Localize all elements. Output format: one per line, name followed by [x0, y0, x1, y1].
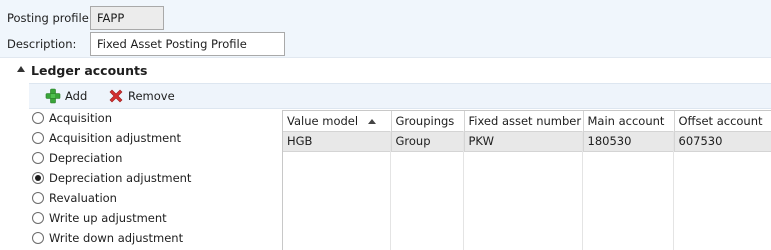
sort-ascending-icon [368, 118, 377, 124]
ledger-accounts-grid: Value model Groupings Fixed asset number… [282, 110, 771, 250]
radio-label: Write up adjustment [49, 211, 167, 225]
posting-profile-field[interactable]: FAPP [90, 6, 164, 30]
radio-label: Acquisition adjustment [49, 131, 182, 145]
column-header-groupings[interactable]: Groupings [391, 111, 465, 132]
column-header-value-model[interactable]: Value model [283, 111, 392, 132]
radio-write-up-adjustment[interactable]: Write up adjustment [30, 208, 167, 228]
cell-value-model[interactable]: HGB [283, 131, 392, 152]
form-header: Posting profile: FAPP Description: Fixed… [0, 0, 771, 58]
radio-label: Acquisition [49, 111, 112, 125]
add-icon [45, 88, 61, 104]
section-title: Ledger accounts [31, 62, 148, 78]
radio-button-icon[interactable] [32, 192, 44, 204]
description-label: Description: [7, 37, 77, 51]
radio-acquisition[interactable]: Acquisition [30, 108, 112, 128]
column-header-fixed-asset-number[interactable]: Fixed asset number [464, 111, 584, 132]
radio-depreciation[interactable]: Depreciation [30, 148, 122, 168]
column-divider [390, 131, 391, 250]
column-header-main-account[interactable]: Main account [583, 111, 675, 132]
radio-depreciation-adjustment[interactable]: Depreciation adjustment [30, 168, 191, 188]
grid-header-row: Value model Groupings Fixed asset number… [283, 111, 771, 132]
radio-label: Depreciation [49, 151, 123, 165]
table-row[interactable]: HGB Group PKW 180530 607530 [283, 131, 771, 152]
column-divider [582, 131, 583, 250]
collapse-arrow-icon[interactable] [17, 66, 25, 72]
cell-offset-account[interactable]: 607530 [674, 131, 771, 152]
radio-button-icon[interactable] [32, 112, 44, 124]
remove-button[interactable]: Remove [108, 84, 175, 108]
cell-fixed-asset-number[interactable]: PKW [464, 131, 584, 152]
radio-label: Revaluation [49, 191, 117, 205]
ledger-accounts-section-header[interactable]: Ledger accounts [0, 59, 771, 81]
posting-profile-label: Posting profile: [7, 11, 93, 25]
radio-revaluation[interactable]: Revaluation [30, 188, 117, 208]
toolbar: Add Remove [29, 83, 771, 109]
radio-write-down-adjustment[interactable]: Write down adjustment [30, 228, 183, 248]
cell-groupings[interactable]: Group [391, 131, 465, 152]
radio-button-selected-icon[interactable] [32, 172, 44, 184]
radio-label: Write down adjustment [49, 231, 184, 245]
add-button[interactable]: Add [45, 84, 87, 108]
radio-label: Depreciation adjustment [49, 171, 192, 185]
grid-table: Value model Groupings Fixed asset number… [283, 111, 771, 152]
column-divider [463, 131, 464, 250]
radio-button-icon[interactable] [32, 132, 44, 144]
description-field[interactable]: Fixed Asset Posting Profile [90, 32, 285, 56]
remove-label: Remove [128, 89, 175, 103]
radio-button-icon[interactable] [32, 152, 44, 164]
add-label: Add [65, 89, 88, 103]
column-header-offset-account[interactable]: Offset account [674, 111, 771, 132]
radio-button-icon[interactable] [32, 232, 44, 244]
radio-button-icon[interactable] [32, 212, 44, 224]
radio-acquisition-adjustment[interactable]: Acquisition adjustment [30, 128, 181, 148]
remove-icon [109, 89, 123, 103]
cell-main-account[interactable]: 180530 [583, 131, 675, 152]
column-divider [673, 131, 674, 250]
